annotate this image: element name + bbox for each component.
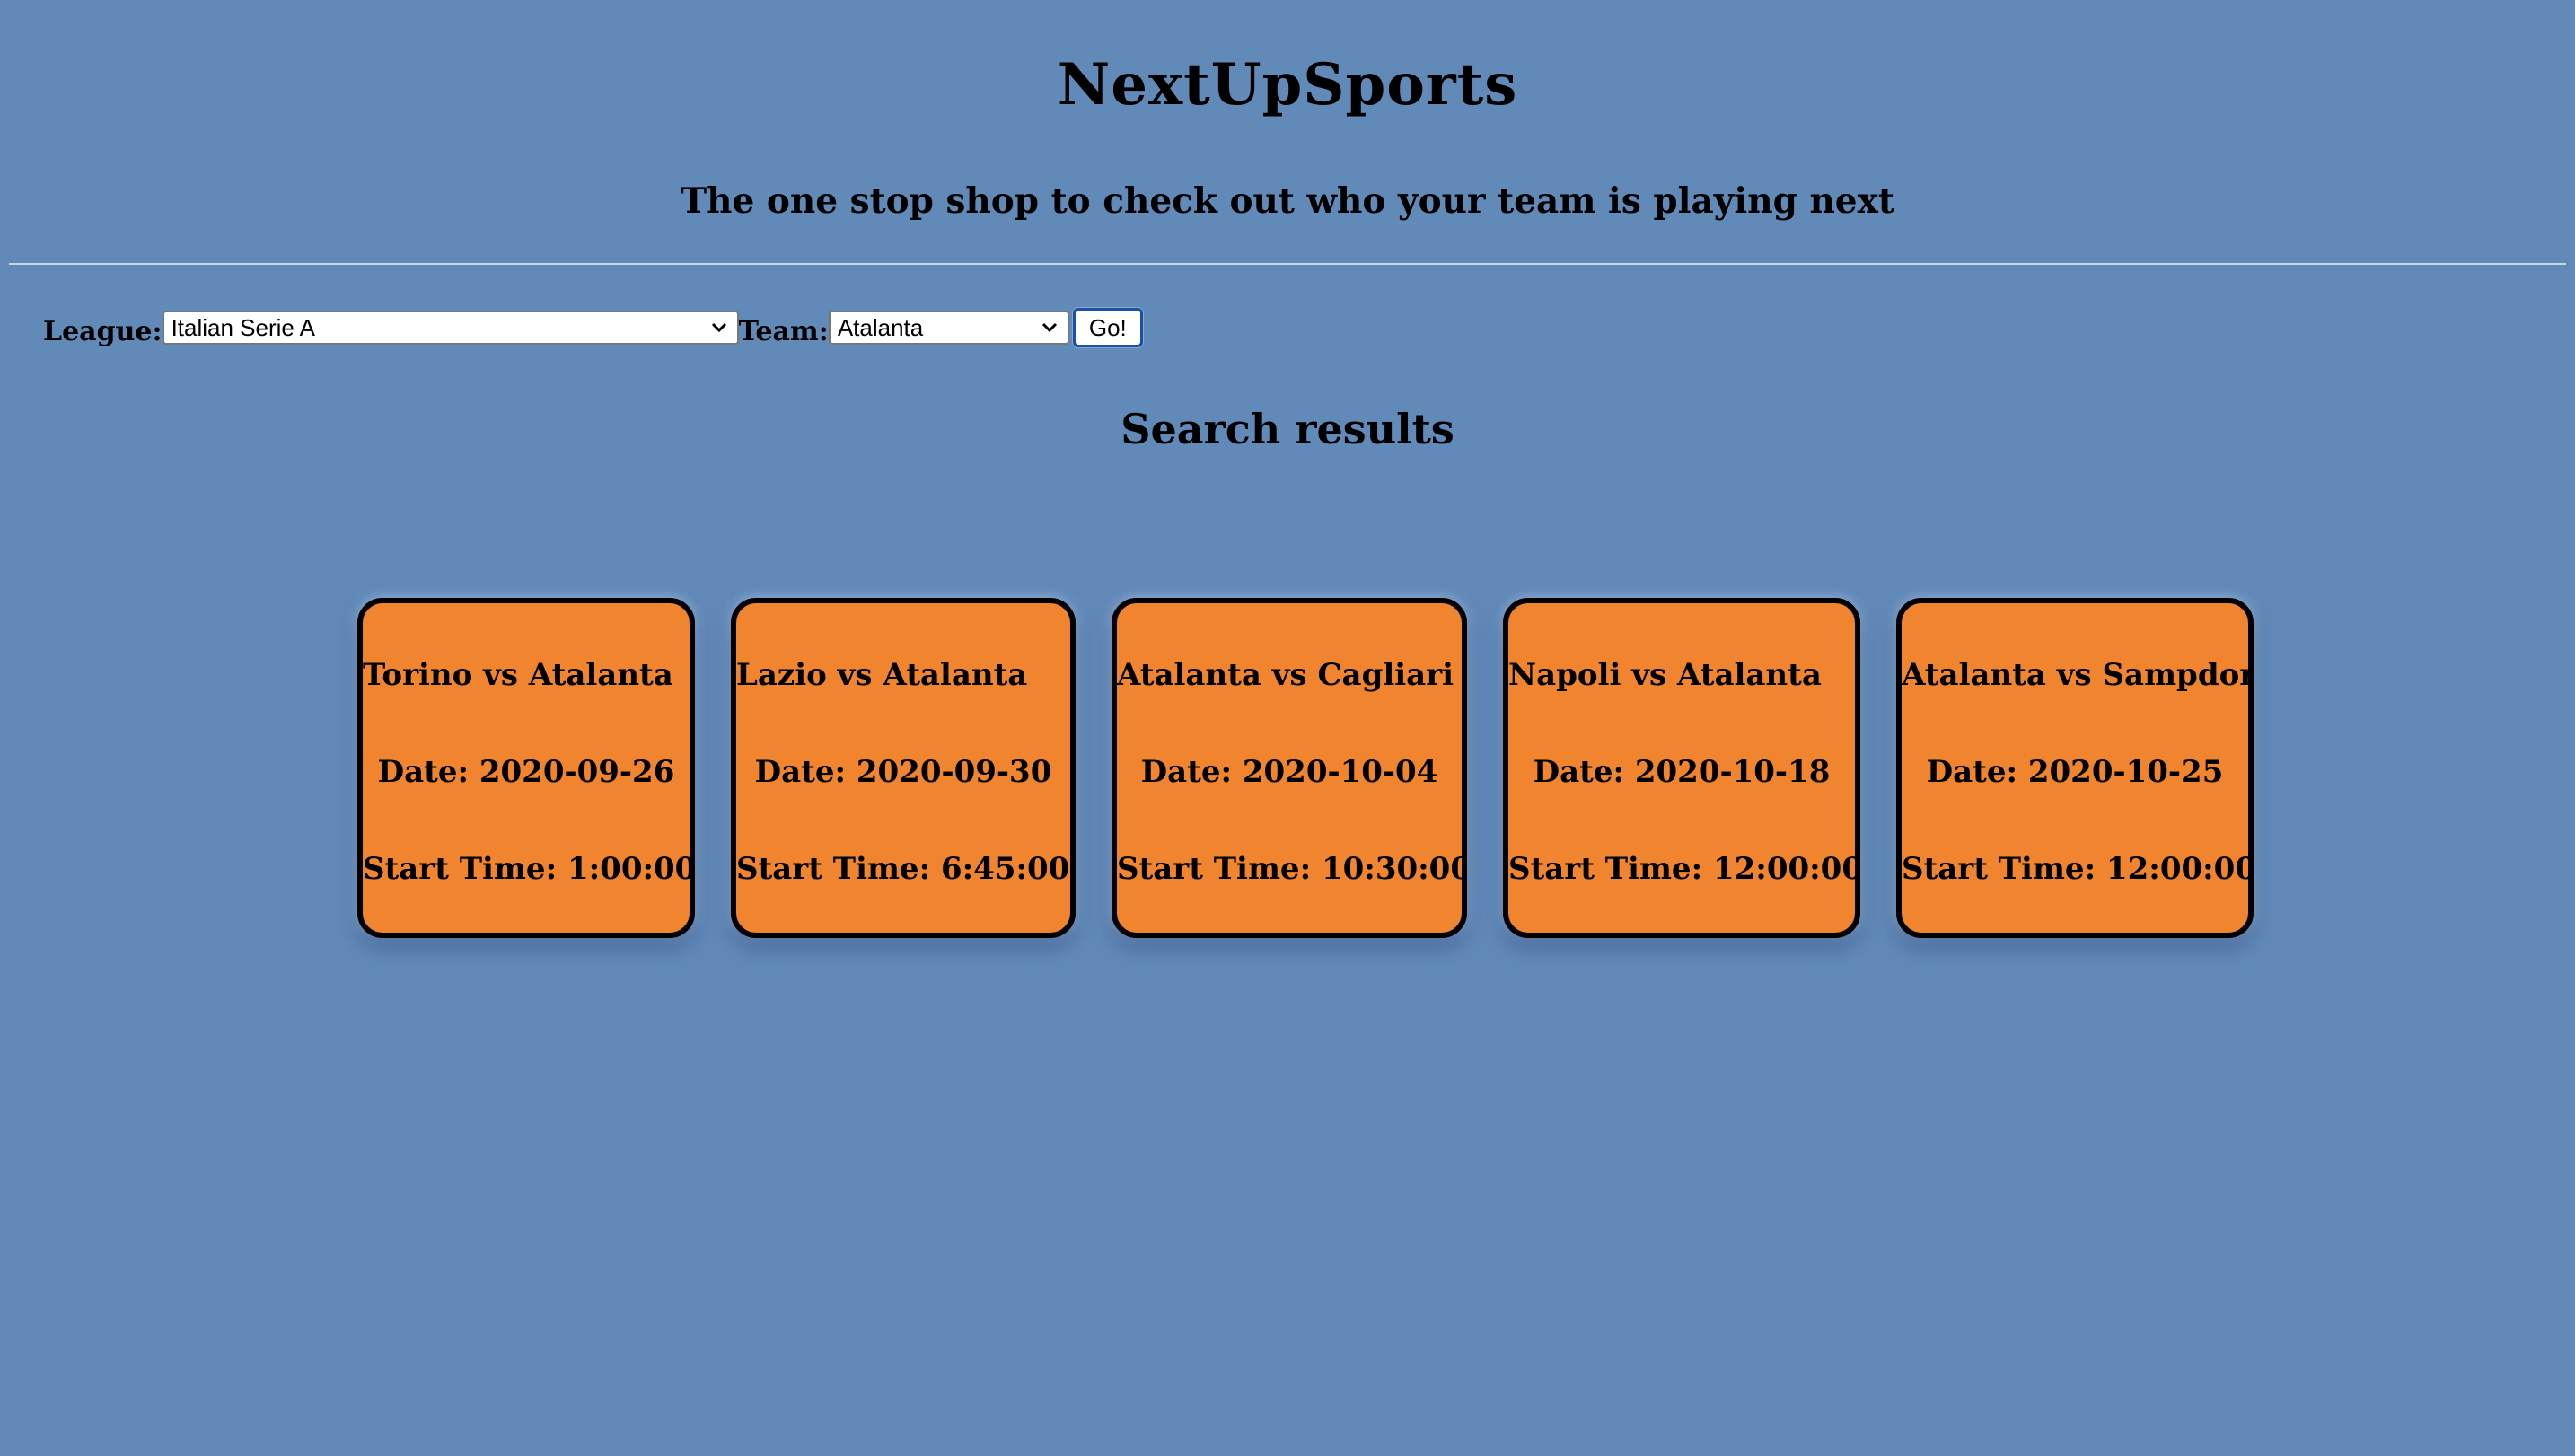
match-title: Atalanta vs Cagliari (1117, 657, 1454, 693)
match-date: Date: 2020-10-25 (1926, 754, 2224, 790)
match-start-time: Start Time: 10:30:00AM (1117, 851, 1462, 887)
match-card: Napoli vs Atalanta Date: 2020-10-18 Star… (1503, 598, 1860, 938)
match-title: Atalanta vs Sampdoria (1902, 657, 2254, 693)
chevron-down-icon (711, 322, 726, 333)
results-heading: Search results (1121, 405, 1454, 453)
match-card: Lazio vs Atalanta Date: 2020-09-30 Start… (731, 598, 1076, 938)
match-card: Atalanta vs Sampdoria Date: 2020-10-25 S… (1896, 598, 2254, 938)
league-select-value: Italian Serie A (171, 313, 316, 341)
app-title: NextUpSports (1057, 51, 1518, 118)
match-date: Date: 2020-10-18 (1533, 754, 1831, 790)
search-form: League: Italian Serie A Team: Atalanta G… (43, 307, 1143, 348)
header-divider (9, 263, 2566, 265)
app-tagline: The one stop shop to check out who your … (681, 180, 1894, 222)
team-select[interactable]: Atalanta (828, 311, 1069, 345)
league-label: League: (43, 316, 163, 347)
team-label: Team: (738, 316, 829, 347)
chevron-down-icon (1041, 322, 1057, 333)
match-date: Date: 2020-10-04 (1140, 754, 1438, 790)
match-card: Atalanta vs Cagliari Date: 2020-10-04 St… (1112, 598, 1467, 938)
match-title: Torino vs Atalanta (363, 657, 673, 693)
match-start-time: Start Time: 12:00:00AM (1508, 851, 1855, 887)
match-title: Lazio vs Atalanta (736, 657, 1028, 693)
match-date: Date: 2020-09-30 (754, 754, 1052, 790)
match-start-time: Start Time: 12:00:00AM (1902, 851, 2248, 887)
match-date: Date: 2020-09-26 (377, 754, 675, 790)
match-start-time: Start Time: 6:45:00PM (736, 851, 1070, 887)
match-card: Torino vs Atalanta Date: 2020-09-26 Star… (357, 598, 695, 938)
league-select[interactable]: Italian Serie A (162, 311, 739, 345)
go-button[interactable]: Go! (1072, 308, 1143, 347)
match-title: Napoli vs Atalanta (1508, 657, 1822, 693)
match-start-time: Start Time: 1:00:00PM (363, 851, 695, 887)
team-select-value: Atalanta (837, 313, 924, 341)
